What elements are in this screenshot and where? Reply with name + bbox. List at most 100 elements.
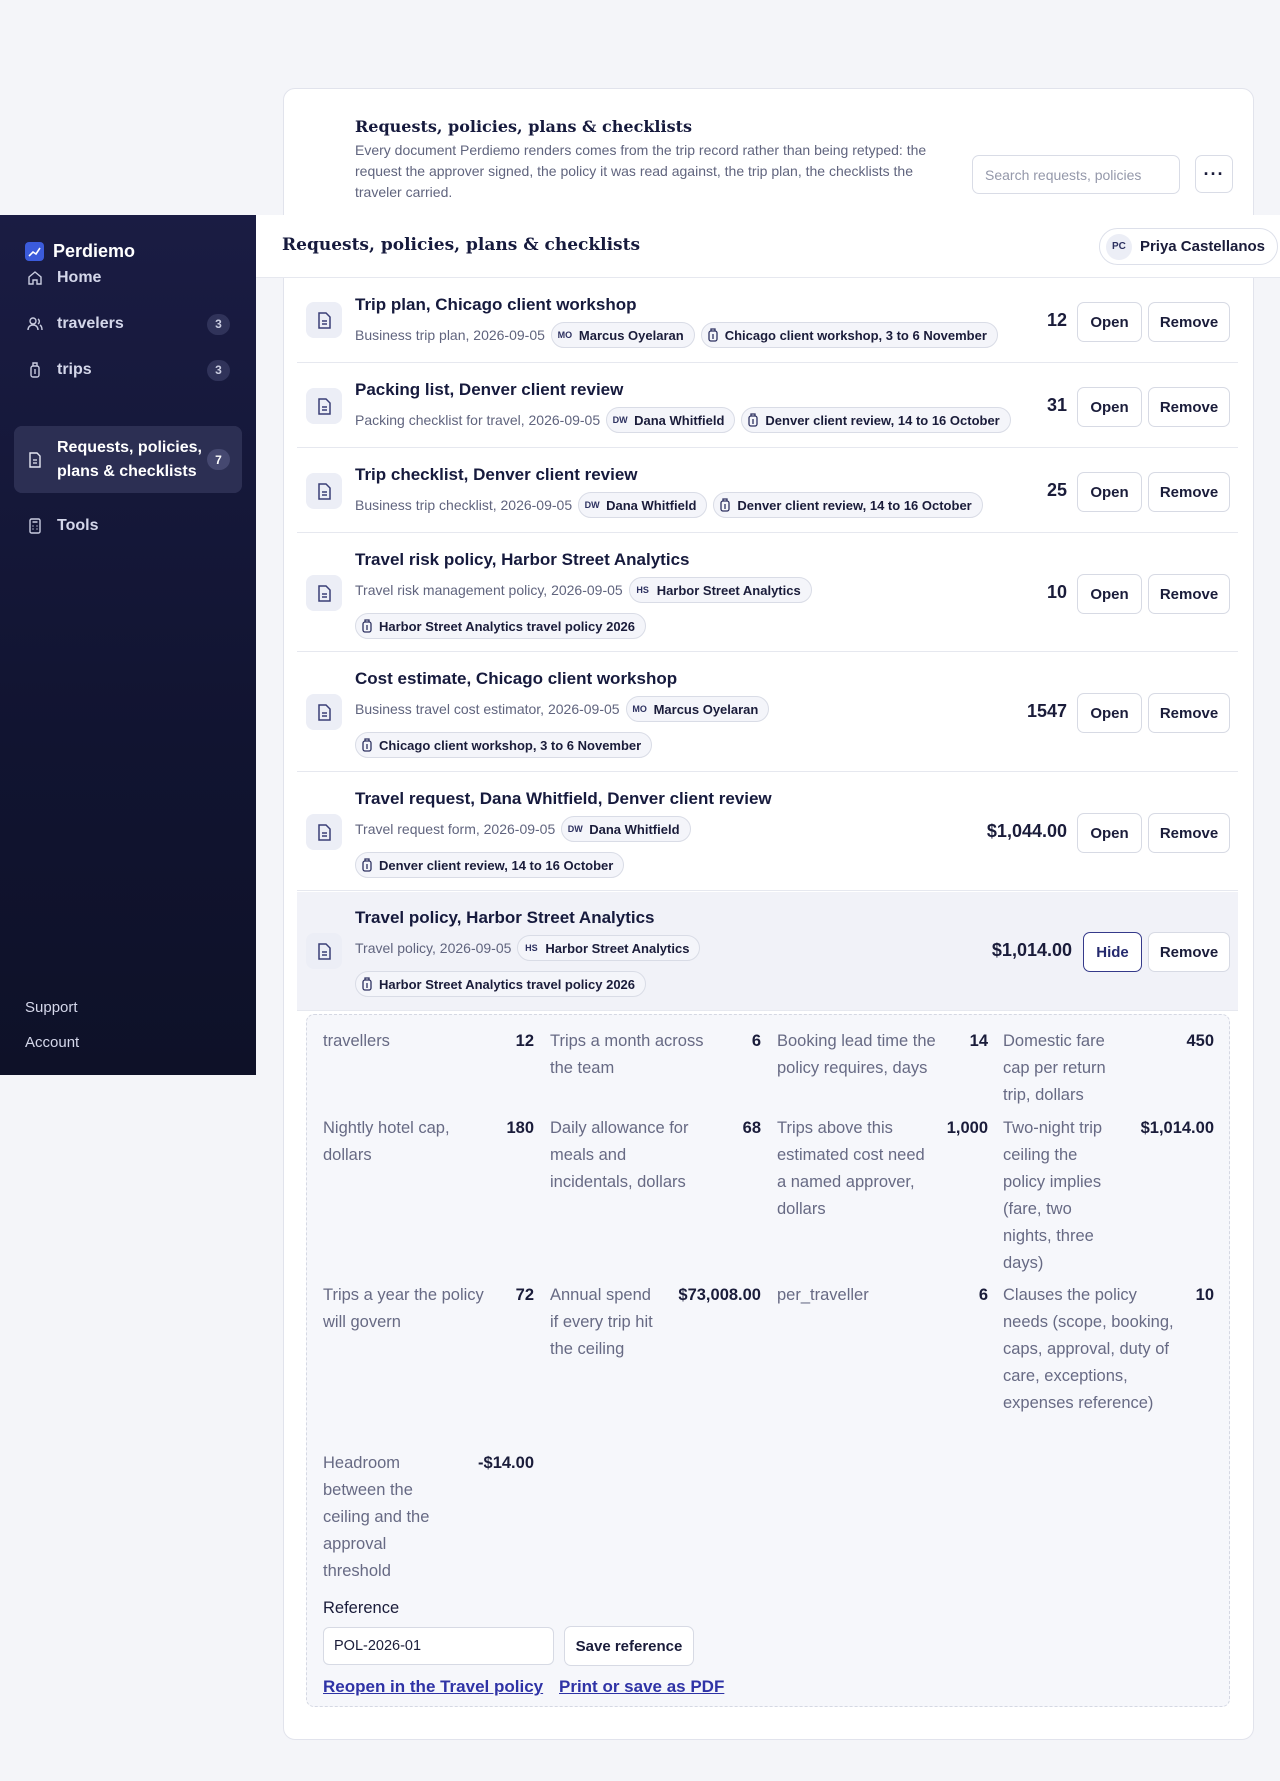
row-value: 25 [1046,480,1067,500]
policy-chip[interactable]: Harbor Street Analytics travel policy 20… [355,971,647,997]
remove-button[interactable]: Remove [1148,932,1230,972]
row-meta: Travel risk management policy, 2026-09-0… [355,577,812,603]
calculator-icon [26,517,44,535]
row-type: Travel request form, 2026-09-05 [355,821,556,837]
row-type: Business trip checklist, 2026-09-05 [355,497,573,513]
luggage-icon [361,977,373,991]
users-icon [26,315,44,333]
metric-label: Two-night trip ceiling the policy implie… [1003,1119,1103,1272]
row-meta: Travel policy, 2026-09-05 HS Harbor Stree… [355,935,701,961]
metric-label: Trips above this estimated cost need a n… [777,1119,925,1218]
document-row-travel-request[interactable]: Travel request, Dana Whitfield, Denver c… [297,773,1238,891]
row-attachment: Denver client review, 14 to 16 October [355,852,625,878]
document-row-trip-plan[interactable]: Trip plan, Chicago client workshop Busin… [297,282,1238,363]
document-icon [306,302,342,338]
sidebar-item-home[interactable]: Home [14,260,242,296]
more-options-button[interactable]: ··· [1195,155,1233,193]
luggage-icon [747,413,759,427]
trip-chip[interactable]: Denver client review, 14 to 16 October [355,852,625,878]
metric-value: -$14.00 [478,1454,534,1472]
person-chip[interactable]: DW Dana Whitfield [578,492,708,518]
luggage-icon [361,858,373,872]
print-pdf-link[interactable]: Print or save as PDF [559,1677,724,1697]
avatar: PC [1105,233,1132,260]
document-row-packing-list[interactable]: Packing list, Denver client review Packi… [297,364,1238,448]
metric-value: 450 [1186,1032,1214,1050]
trip-name: Denver client review, 14 to 16 October [379,857,614,873]
reference-label: Reference [323,1599,400,1617]
support-link[interactable]: Support [25,999,78,1016]
document-row-trip-checklist[interactable]: Trip checklist, Denver client review Bus… [297,449,1238,533]
trip-name: Denver client review, 14 to 16 October [737,497,972,513]
sidebar-item-documents[interactable]: Requests, policies, plans & checklists 7 [14,426,242,493]
trip-name: Chicago client workshop, 3 to 6 November [379,737,642,753]
sidebar-item-tools[interactable]: Tools [14,508,242,544]
policy-name: Harbor Street Analytics travel policy 20… [379,618,636,634]
hide-button[interactable]: Hide [1083,932,1142,972]
metric-label: Booking lead time the policy requires, d… [777,1032,936,1077]
person-initials: MO [557,330,573,340]
brand[interactable]: Perdiemo [25,241,135,262]
trip-chip[interactable]: Denver client review, 14 to 16 October [741,407,1011,433]
row-attachment: Harbor Street Analytics travel policy 20… [355,971,647,997]
luggage-icon [707,328,719,342]
person-chip[interactable]: MO Marcus Oyelaran [550,322,695,348]
remove-button[interactable]: Remove [1148,813,1230,853]
reference-input[interactable] [323,1627,554,1665]
sidebar-item-travelers[interactable]: travelers 3 [14,306,242,342]
company-initials: HS [636,585,649,595]
luggage-icon [361,619,373,633]
remove-button[interactable]: Remove [1148,693,1230,733]
document-icon [306,694,342,730]
sidebar-item-label: Requests, policies, plans & checklists [57,438,202,480]
trip-chip[interactable]: Chicago client workshop, 3 to 6 November [700,322,998,348]
person-chip[interactable]: DW Dana Whitfield [561,816,691,842]
open-button[interactable]: Open [1077,302,1142,342]
open-button[interactable]: Open [1077,387,1142,427]
remove-button[interactable]: Remove [1148,387,1230,427]
reopen-link[interactable]: Reopen in the Travel policy [323,1677,543,1697]
remove-button[interactable]: Remove [1148,574,1230,614]
document-row-travel-risk-policy[interactable]: Travel risk policy, Harbor Street Analyt… [297,534,1238,652]
row-value: 31 [1046,395,1067,415]
company-chip[interactable]: HS Harbor Street Analytics [517,935,701,961]
metric-label: Domestic fare cap per return trip, dolla… [1003,1032,1106,1104]
luggage-icon [26,361,44,379]
metric-value: 6 [978,1286,988,1304]
row-value: 10 [1046,582,1067,602]
sidebar-item-trips[interactable]: trips 3 [14,352,242,388]
metric-label: Trips a year the policy will govern [323,1286,484,1331]
row-type: Packing checklist for travel, 2026-09-05 [355,412,601,428]
person-name: Marcus Oyelaran [578,327,684,343]
sidebar-item-label: Tools [57,517,99,534]
company-name: Harbor Street Analytics [656,582,801,598]
open-button[interactable]: Open [1077,693,1142,733]
metric-label: Trips a month across the team [550,1032,704,1077]
row-value: $1,044.00 [986,821,1067,841]
company-chip[interactable]: HS Harbor Street Analytics [628,577,812,603]
open-button[interactable]: Open [1077,574,1142,614]
metric-value: 180 [506,1119,534,1137]
document-icon [306,814,342,850]
row-title: Travel request, Dana Whitfield, Denver c… [355,789,772,808]
search-input[interactable] [972,155,1180,194]
luggage-icon [361,738,373,752]
document-row-cost-estimate[interactable]: Cost estimate, Chicago client workshop B… [297,653,1238,772]
remove-button[interactable]: Remove [1148,472,1230,512]
open-button[interactable]: Open [1077,813,1142,853]
trip-chip[interactable]: Denver client review, 14 to 16 October [713,492,983,518]
trip-chip[interactable]: Chicago client workshop, 3 to 6 November [355,732,653,758]
sidebar-item-label: Home [57,269,102,286]
remove-button[interactable]: Remove [1148,302,1230,342]
policy-chip[interactable]: Harbor Street Analytics travel policy 20… [355,613,647,639]
person-chip[interactable]: DW Dana Whitfield [606,407,736,433]
metric-value: 14 [969,1032,988,1050]
policy-detail-panel: travellers 12 Trips a month across the te… [306,1014,1230,1707]
person-chip[interactable]: MO Marcus Oyelaran [625,696,770,722]
account-link[interactable]: Account [25,1034,79,1051]
document-row-travel-policy[interactable]: Travel policy, Harbor Street Analytics T… [297,892,1238,1011]
metric-value: $1,014.00 [1140,1119,1214,1137]
user-menu[interactable]: PC Priya Castellanos [1098,228,1278,265]
open-button[interactable]: Open [1077,472,1142,512]
save-reference-button[interactable]: Save reference [564,1626,694,1666]
